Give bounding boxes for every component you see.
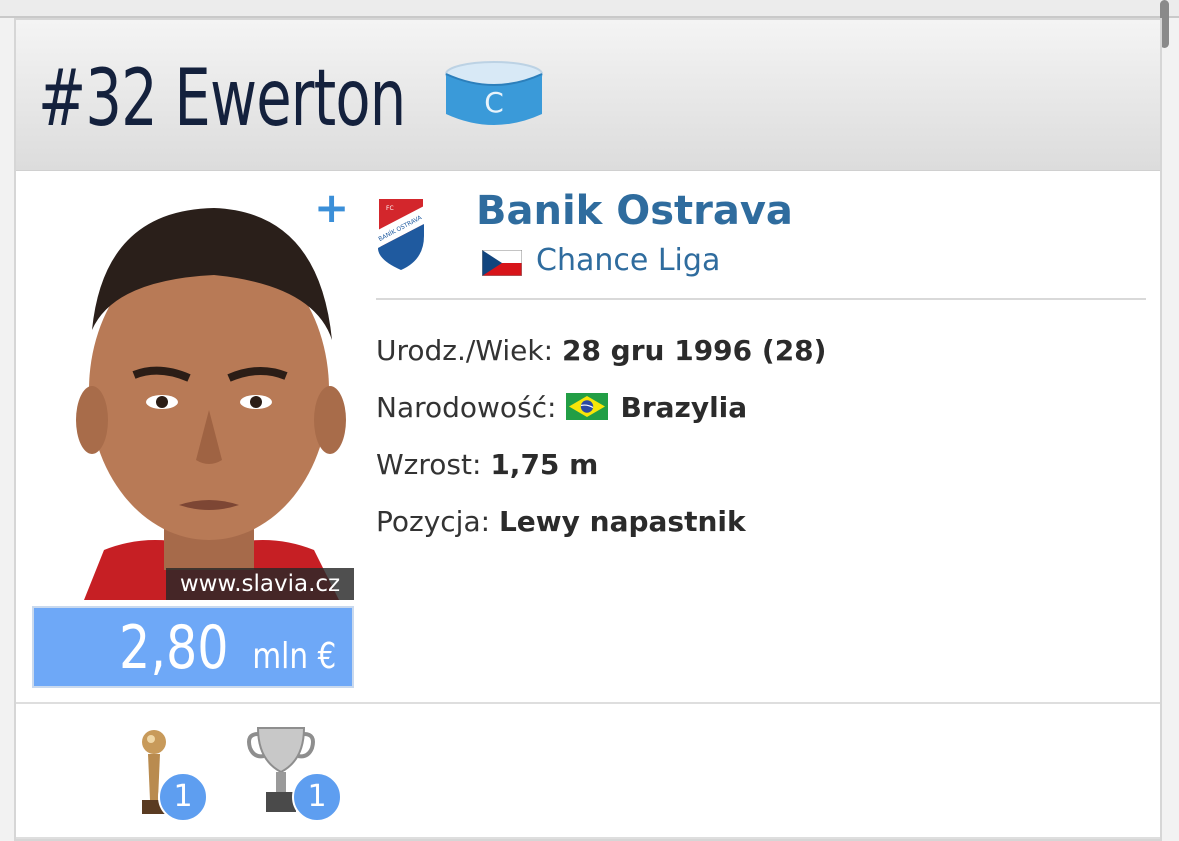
award-count-badge: 1	[158, 772, 208, 822]
market-value-amount: 2,80	[119, 613, 229, 683]
cup-count-badge: 1	[292, 772, 342, 822]
birth-label: Urodz./Wiek:	[376, 334, 554, 367]
club-logo-icon[interactable]: BANÍK OSTRAVA FC	[376, 196, 426, 272]
player-header: #32 Ewerton C	[16, 20, 1160, 171]
club-name-link[interactable]: Banik Ostrava	[476, 186, 793, 236]
birth-row: Urodz./Wiek: 28 gru 1996 (28)	[376, 331, 826, 371]
nationality-label: Narodowość:	[376, 391, 557, 424]
market-value-unit: mln €	[252, 636, 336, 677]
club-logo-prefix: FC	[386, 205, 394, 212]
position-label: Pozycja:	[376, 505, 491, 538]
league-name-link[interactable]: Chance Liga	[536, 240, 720, 282]
height-row: Wzrost: 1,75 m	[376, 445, 598, 485]
player-title: #32 Ewerton	[38, 54, 406, 144]
player-portrait	[64, 190, 354, 600]
height-label: Wzrost:	[376, 448, 482, 481]
nationality-row: Narodowość: Brazylia	[376, 388, 747, 428]
player-card: #32 Ewerton C www.slavia.cz + 2,80 mln €…	[14, 18, 1162, 841]
position-row: Pozycja: Lewy napastnik	[376, 502, 746, 542]
captain-armband-icon: C	[445, 61, 543, 125]
captain-letter: C	[484, 86, 504, 119]
player-photo	[64, 190, 354, 600]
photo-credit: www.slavia.cz	[166, 568, 354, 600]
top-strip	[0, 0, 1179, 18]
brazil-flag-icon	[566, 393, 609, 420]
birth-value: 28 gru 1996 (28)	[561, 334, 827, 367]
nationality-value[interactable]: Brazylia	[620, 391, 747, 424]
position-value: Lewy napastnik	[498, 505, 746, 538]
czech-flag-icon	[482, 250, 522, 276]
achievements-divider	[16, 702, 1160, 704]
card-bottom-line	[16, 837, 1160, 839]
market-value-box[interactable]: 2,80 mln €	[32, 606, 354, 688]
height-value: 1,75 m	[490, 448, 599, 481]
info-divider	[376, 298, 1146, 300]
add-plus-icon[interactable]: +	[314, 187, 349, 229]
